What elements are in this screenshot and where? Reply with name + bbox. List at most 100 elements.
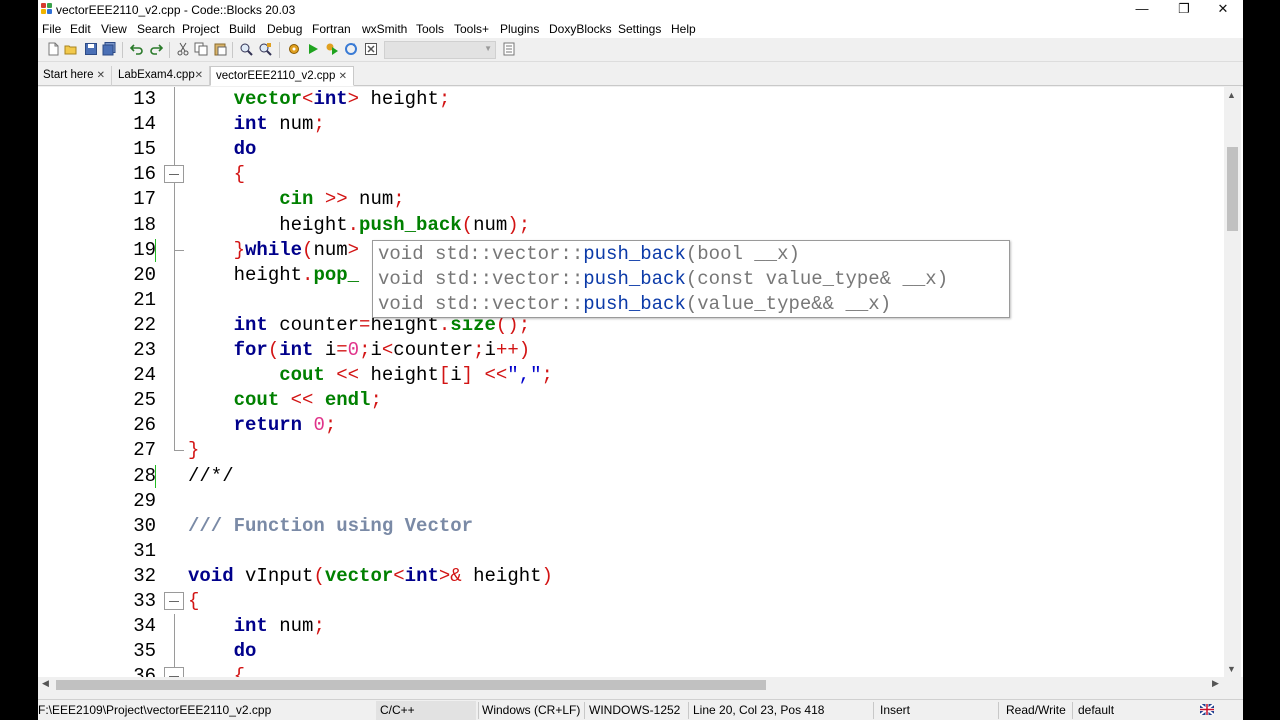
paste-icon[interactable] [213, 42, 227, 56]
code-line[interactable]: cin >> num; [188, 187, 404, 212]
window-title: vectorEEE2110_v2.cpp - Code::Blocks 20.0… [56, 3, 296, 17]
save-icon[interactable] [84, 42, 98, 56]
rebuild-icon[interactable] [344, 42, 358, 56]
find-icon[interactable] [239, 42, 253, 56]
code-line[interactable]: //*/ [188, 464, 234, 489]
vertical-scroll-thumb[interactable] [1227, 147, 1238, 231]
status-separator [873, 702, 874, 719]
fold-guide-line [174, 87, 175, 451]
horizontal-scrollbar[interactable]: ◀ ▶ [38, 677, 1224, 693]
menu-file[interactable]: File [42, 22, 61, 36]
status-encoding: WINDOWS-1252 [589, 703, 681, 717]
menu-project[interactable]: Project [182, 22, 219, 36]
status-separator [478, 702, 479, 719]
line-number: 27 [133, 439, 156, 462]
code-area[interactable]: vector<int> height; int num; do { cin >>… [188, 87, 1228, 677]
run-icon[interactable] [306, 42, 320, 56]
code-editor[interactable]: 13 14 15 16 17 18 19 20 21 22 23 24 25 26 27 28 29 30 31 32… [38, 87, 1243, 677]
menu-settings[interactable]: Settings [618, 22, 661, 36]
code-line[interactable]: { [188, 664, 245, 677]
code-line[interactable]: int num; [188, 112, 325, 137]
menu-tools-plus[interactable]: Tools+ [454, 22, 489, 36]
code-line[interactable]: /// Function using Vector [188, 514, 473, 539]
code-line[interactable]: return 0; [188, 413, 337, 438]
scroll-down-arrow-icon[interactable]: ▼ [1227, 664, 1236, 674]
scroll-left-arrow-icon[interactable]: ◀ [42, 678, 49, 689]
menu-fortran[interactable]: Fortran [312, 22, 351, 36]
status-separator [1072, 702, 1073, 719]
fold-toggle-icon[interactable] [164, 165, 184, 184]
code-line[interactable]: for(int i=0;i<counter;i++) [188, 338, 531, 363]
menu-debug[interactable]: Debug [267, 22, 302, 36]
fold-margin [156, 87, 192, 677]
fold-toggle-icon[interactable] [164, 592, 184, 610]
code-line[interactable]: do [188, 137, 257, 162]
copy-icon[interactable] [194, 42, 208, 56]
close-tab-icon[interactable]: ✕ [339, 67, 347, 86]
scroll-up-arrow-icon[interactable]: ▲ [1227, 90, 1236, 100]
code-line[interactable]: do [188, 639, 257, 664]
status-bar: F:\EEE2109\Project\vectorEEE2110_v2.cpp … [38, 699, 1243, 720]
build-target-select[interactable]: ▼ [384, 41, 496, 59]
menu-search[interactable]: Search [137, 22, 175, 36]
abort-icon[interactable] [364, 42, 378, 56]
code-line[interactable]: int num; [188, 614, 325, 639]
menu-edit[interactable]: Edit [70, 22, 91, 36]
open-folder-icon[interactable] [64, 42, 78, 56]
codeblocks-window: vectorEEE2110_v2.cpp - Code::Blocks 20.0… [38, 0, 1243, 720]
redo-icon[interactable] [149, 42, 164, 56]
code-line[interactable]: cout << height[i] <<","; [188, 363, 553, 388]
replace-icon[interactable] [258, 42, 272, 56]
line-number: 29 [133, 489, 156, 512]
menu-build[interactable]: Build [229, 22, 256, 36]
new-file-icon[interactable] [46, 42, 60, 56]
code-line[interactable]: { [188, 162, 245, 187]
save-all-icon[interactable] [102, 42, 116, 56]
code-line[interactable]: } [188, 438, 199, 463]
toolbar-separator [169, 42, 170, 58]
undo-icon[interactable] [129, 42, 144, 56]
codeblocks-logo-icon [41, 3, 53, 15]
scroll-right-arrow-icon[interactable]: ▶ [1212, 678, 1219, 689]
minimize-button[interactable]: — [1123, 0, 1161, 20]
code-line[interactable]: vector<int> height; [188, 87, 451, 112]
code-line[interactable]: height.pop_ [188, 263, 359, 288]
code-line[interactable]: }while(num> [188, 238, 359, 263]
status-access: Read/Write [1006, 703, 1066, 717]
show-select-target-icon[interactable] [502, 42, 516, 56]
toolbar-separator [279, 42, 280, 58]
close-tab-icon[interactable]: ✕ [97, 66, 105, 85]
menu-doxyblocks[interactable]: DoxyBlocks [549, 22, 612, 36]
close-tab-icon[interactable]: ✕ [195, 66, 203, 85]
tab-start-here[interactable]: Start here ✕ [38, 66, 112, 86]
menu-help[interactable]: Help [671, 22, 696, 36]
main-toolbar: ▼ [38, 38, 1243, 62]
code-line[interactable]: void vInput(vector<int>& height) [188, 564, 553, 589]
line-number: 15 [133, 138, 156, 161]
build-gear-icon[interactable] [287, 42, 301, 56]
fold-toggle-icon[interactable] [164, 667, 184, 677]
close-window-button[interactable]: ✕ [1204, 0, 1242, 20]
status-separator [584, 702, 585, 719]
menu-tools[interactable]: Tools [416, 22, 444, 36]
tab-vectoreee2110-v2[interactable]: vectorEEE2110_v2.cpp ✕ [210, 66, 354, 86]
vertical-scrollbar[interactable]: ▲ ▼ [1224, 87, 1241, 677]
code-line[interactable]: height.push_back(num); [188, 213, 530, 238]
cut-icon[interactable] [176, 42, 190, 56]
code-line[interactable]: cout << endl; [188, 388, 382, 413]
tab-labexam4[interactable]: LabExam4.cpp ✕ [113, 66, 210, 86]
menu-plugins[interactable]: Plugins [500, 22, 539, 36]
status-profile: default [1078, 703, 1115, 717]
status-language: C/C++ [380, 703, 415, 717]
status-line-endings: Windows (CR+LF) [482, 703, 581, 717]
build-and-run-icon[interactable] [325, 42, 339, 56]
toolbar-separator [122, 42, 123, 58]
menu-wxsmith[interactable]: wxSmith [362, 22, 407, 36]
restore-button[interactable]: ❐ [1165, 0, 1203, 20]
horizontal-scroll-thumb[interactable] [56, 680, 766, 690]
code-line[interactable]: { [188, 589, 199, 614]
calltip-signature: void std::vector::push_back(const value_… [378, 268, 949, 291]
menu-view[interactable]: View [101, 22, 127, 36]
line-number: 35 [133, 640, 156, 663]
line-number: 13 [133, 88, 156, 110]
